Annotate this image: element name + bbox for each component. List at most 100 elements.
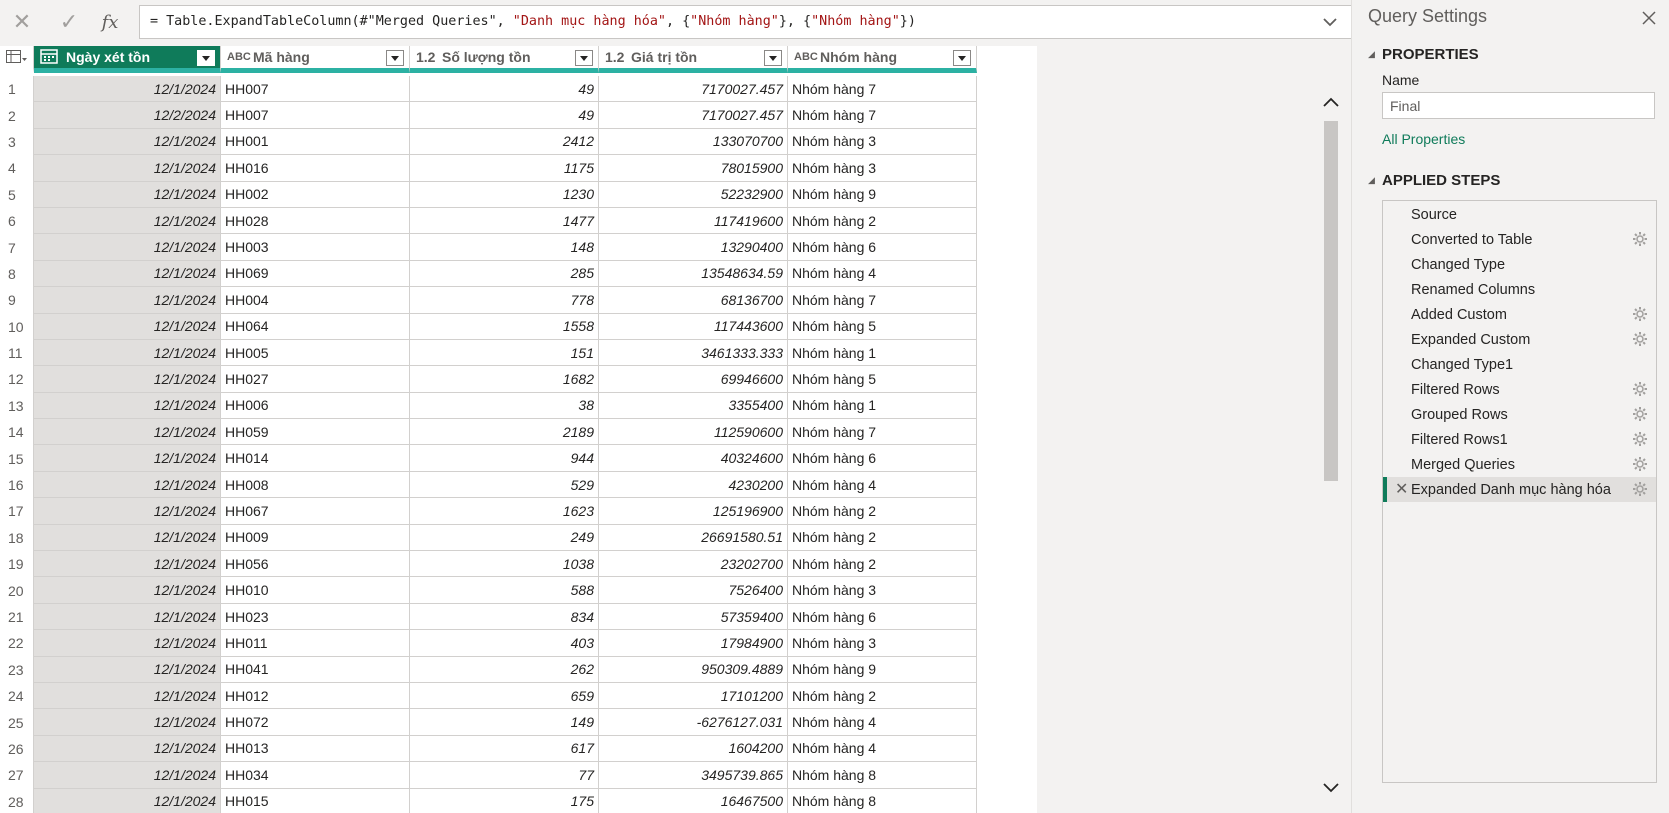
table-cell[interactable]: 12/1/2024 [34,128,221,156]
filter-dropdown-icon[interactable] [386,50,404,66]
table-cell[interactable]: HH011 [221,630,410,657]
table-cell[interactable]: 1558 [410,313,599,340]
table-cell[interactable]: Nhóm hàng 7 [788,419,977,446]
table-cell[interactable]: 40324600 [599,445,788,472]
all-properties-link[interactable]: All Properties [1382,131,1465,147]
row-number[interactable]: 3 [0,128,34,156]
table-cell[interactable]: Nhóm hàng 4 [788,709,977,736]
row-number[interactable]: 14 [0,419,34,446]
table-cell[interactable]: HH010 [221,577,410,604]
filter-dropdown-icon[interactable] [764,50,782,66]
applied-step[interactable]: Grouped Rows [1383,402,1656,427]
table-cell[interactable]: 12/1/2024 [34,155,221,182]
chevron-down-icon[interactable] [1318,11,1342,33]
table-cell[interactable]: 12/1/2024 [34,682,221,710]
table-cell[interactable]: Nhóm hàng 6 [788,234,977,261]
row-number[interactable]: 15 [0,445,34,472]
table-cell[interactable]: 12/1/2024 [34,735,221,763]
table-cell[interactable]: 38 [410,392,599,420]
table-cell[interactable]: 12/1/2024 [34,207,221,235]
applied-step[interactable]: Merged Queries [1383,452,1656,477]
table-cell[interactable]: HH028 [221,207,410,235]
applied-step[interactable]: Changed Type1 [1383,352,1656,377]
table-cell[interactable]: 12/1/2024 [34,498,221,525]
table-cell[interactable]: 285 [410,260,599,288]
table-cell[interactable]: 7526400 [599,577,788,604]
gear-icon[interactable] [1632,381,1648,397]
table-cell[interactable]: 588 [410,577,599,604]
table-cell[interactable]: Nhóm hàng 3 [788,577,977,604]
applied-step[interactable]: Expanded Custom [1383,327,1656,352]
table-cell[interactable]: Nhóm hàng 4 [788,735,977,763]
applied-step[interactable]: Filtered Rows [1383,377,1656,402]
table-cell[interactable]: 12/1/2024 [34,630,221,657]
table-cell[interactable]: 12/1/2024 [34,445,221,472]
table-cell[interactable]: HH003 [221,234,410,261]
table-cell[interactable]: 7170027.457 [599,76,788,103]
table-cell[interactable]: HH064 [221,313,410,340]
table-cell[interactable]: 1038 [410,551,599,578]
table-cell[interactable]: 117419600 [599,207,788,235]
table-cell[interactable]: 175 [410,788,599,813]
table-cell[interactable]: Nhóm hàng 2 [788,551,977,578]
gear-icon[interactable] [1632,431,1648,447]
table-cell[interactable]: 12/1/2024 [34,788,221,813]
table-cell[interactable]: 49 [410,76,599,103]
table-cell[interactable]: 1175 [410,155,599,182]
table-cell[interactable]: Nhóm hàng 3 [788,155,977,182]
applied-step[interactable]: ✕ Expanded Danh mục hàng hóa [1383,477,1656,502]
table-cell[interactable]: 529 [410,471,599,499]
table-cell[interactable]: HH059 [221,419,410,446]
table-cell[interactable]: HH015 [221,788,410,813]
row-number[interactable]: 11 [0,339,34,367]
query-name-input[interactable] [1382,92,1655,119]
table-cell[interactable]: 77 [410,762,599,789]
gear-icon[interactable] [1632,406,1648,422]
scroll-down-icon[interactable] [1323,780,1339,798]
row-number[interactable]: 21 [0,603,34,631]
table-cell[interactable]: 12/1/2024 [34,709,221,736]
row-number[interactable]: 7 [0,234,34,261]
row-number[interactable]: 17 [0,498,34,525]
table-cell[interactable]: Nhóm hàng 2 [788,682,977,710]
table-cell[interactable]: 17984900 [599,630,788,657]
table-cell[interactable]: 12/1/2024 [34,339,221,367]
table-cell[interactable]: 12/1/2024 [34,551,221,578]
gear-icon[interactable] [1632,231,1648,247]
applied-step[interactable]: Added Custom [1383,302,1656,327]
row-number[interactable]: 16 [0,471,34,499]
table-cell[interactable]: Nhóm hàng 7 [788,287,977,314]
table-cell[interactable]: Nhóm hàng 9 [788,656,977,683]
table-cell[interactable]: 1623 [410,498,599,525]
cancel-formula-icon[interactable]: ✕ [5,6,39,38]
table-cell[interactable]: 12/1/2024 [34,419,221,446]
table-cell[interactable]: 2189 [410,419,599,446]
table-cell[interactable]: 13290400 [599,234,788,261]
table-cell[interactable]: Nhóm hàng 8 [788,762,977,789]
gear-icon[interactable] [1632,331,1648,347]
table-cell[interactable]: HH008 [221,471,410,499]
table-cell[interactable]: 16467500 [599,788,788,813]
table-cell[interactable]: Nhóm hàng 2 [788,498,977,525]
row-number[interactable]: 18 [0,524,34,552]
row-number[interactable]: 22 [0,630,34,657]
table-cell[interactable]: Nhóm hàng 3 [788,630,977,657]
applied-step[interactable]: Filtered Rows1 [1383,427,1656,452]
table-cell[interactable]: 69946600 [599,366,788,393]
table-cell[interactable]: 2412 [410,128,599,156]
table-cell[interactable]: 1682 [410,366,599,393]
row-number[interactable]: 9 [0,287,34,314]
table-cell[interactable]: HH006 [221,392,410,420]
table-cell[interactable]: Nhóm hàng 7 [788,76,977,103]
row-number[interactable]: 19 [0,551,34,578]
row-number[interactable]: 6 [0,207,34,235]
table-cell[interactable]: 12/1/2024 [34,392,221,420]
table-cell[interactable]: HH067 [221,498,410,525]
filter-dropdown-icon[interactable] [575,50,593,66]
table-cell[interactable]: HH016 [221,155,410,182]
table-cell[interactable]: 12/1/2024 [34,181,221,208]
table-cell[interactable]: Nhóm hàng 8 [788,788,977,813]
delete-step-icon[interactable]: ✕ [1395,479,1408,499]
table-cell[interactable]: HH069 [221,260,410,288]
row-number[interactable]: 5 [0,181,34,208]
